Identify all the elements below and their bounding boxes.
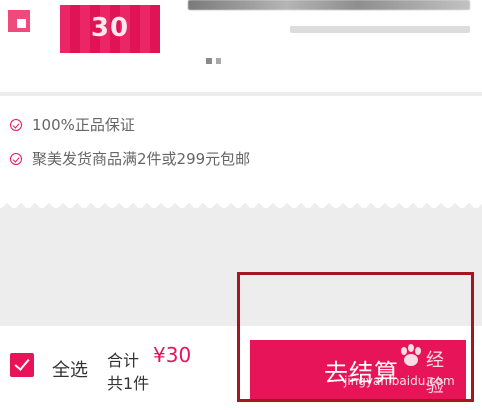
product-checkbox[interactable] — [8, 10, 30, 32]
select-all-checkbox[interactable] — [10, 353, 34, 377]
check-circle-icon — [10, 119, 22, 131]
product-thumbnail[interactable]: 30 — [60, 5, 160, 53]
total-price: ¥30 — [153, 343, 192, 367]
check-circle-icon — [10, 153, 22, 165]
torn-edge-divider — [0, 198, 482, 208]
total-label: 合计 — [107, 351, 140, 370]
guarantee-row: 100%正品保证 — [10, 115, 135, 135]
product-thumbnail-text: 30 — [90, 13, 130, 43]
product-title-blurred[interactable] — [188, 0, 470, 10]
guarantee-row: 聚美发货商品满2件或299元包邮 — [10, 149, 250, 169]
guarantee-text: 100%正品保证 — [32, 116, 135, 134]
checkout-button[interactable]: 去结算 — [250, 340, 466, 400]
quantity-blurred — [206, 58, 212, 64]
product-card[interactable]: 30 — [0, 0, 482, 92]
guarantees-section: 100%正品保证 聚美发货商品满2件或299元包邮 — [0, 96, 482, 200]
quantity-blurred — [216, 58, 221, 64]
select-all-label[interactable]: 全选 — [52, 356, 88, 382]
checkout-button-label: 去结算 — [324, 359, 399, 387]
guarantee-text: 聚美发货商品满2件或299元包邮 — [32, 150, 251, 168]
checkout-bar: 全选 合计 ¥30 共1件 去结算 — [0, 326, 482, 410]
product-subtitle-blurred — [290, 26, 470, 33]
item-count: 共1件 — [107, 374, 150, 393]
